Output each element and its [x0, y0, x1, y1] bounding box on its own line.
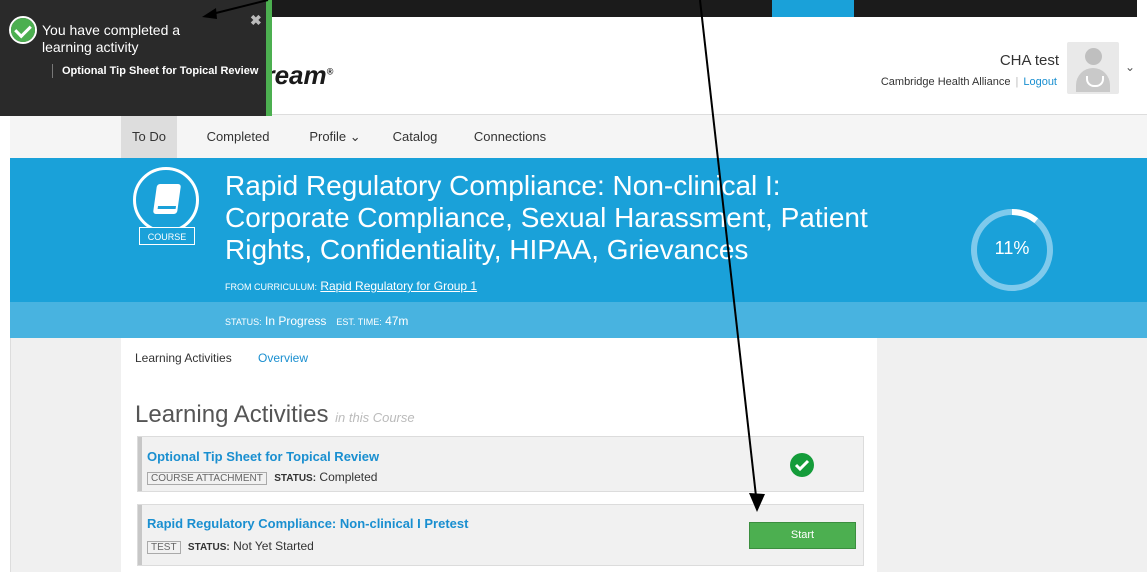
status-label: STATUS:	[225, 317, 262, 327]
activity-row: Optional Tip Sheet for Topical Review CO…	[137, 436, 864, 492]
tab-overview[interactable]: Overview	[258, 351, 308, 365]
activity-title-link[interactable]: Optional Tip Sheet for Topical Review	[147, 449, 379, 464]
section-title-text: Learning Activities	[135, 401, 329, 428]
success-check-icon	[11, 18, 35, 42]
organization-name: Cambridge Health Alliance	[880, 76, 1011, 88]
toast-activity-link[interactable]: Optional Tip Sheet for Topical Review	[52, 64, 272, 78]
activity-status: Completed	[319, 470, 378, 484]
nav-todo[interactable]: To Do	[121, 115, 177, 159]
logout-link[interactable]: Logout	[1023, 76, 1057, 88]
course-badge: COURSE	[139, 227, 195, 245]
avatar[interactable]	[1067, 42, 1119, 94]
close-icon[interactable]: ✖	[250, 12, 262, 29]
tab-learning-activities[interactable]: Learning Activities	[135, 351, 232, 365]
curriculum-label: FROM CURRICULUM:	[225, 282, 317, 292]
nav-catalog[interactable]: Catalog	[385, 115, 445, 159]
course-title: Rapid Regulatory Compliance: Non-clinica…	[225, 170, 868, 265]
course-book-icon	[133, 167, 199, 233]
course-status-bar	[10, 302, 1147, 338]
completed-check-icon	[790, 453, 814, 477]
section-subtitle: in this Course	[335, 410, 415, 425]
user-name: CHA test	[999, 52, 1059, 69]
activity-status-label: STATUS:	[274, 473, 317, 484]
status-value: In Progress	[265, 314, 327, 328]
activity-status: Not Yet Started	[233, 539, 314, 553]
chevron-down-icon[interactable]: ⌄	[1125, 60, 1135, 74]
toast-title: You have completed a learning activity	[42, 22, 181, 55]
activity-title-link[interactable]: Rapid Regulatory Compliance: Non-clinica…	[147, 516, 468, 531]
activity-meta: TEST STATUS: Not Yet Started	[147, 539, 314, 554]
activity-meta: COURSE ATTACHMENT STATUS: Completed	[147, 470, 377, 485]
curriculum-line: FROM CURRICULUM: Rapid Regulatory for Gr…	[225, 279, 477, 293]
user-org-line: Cambridge Health Alliance | Logout	[880, 76, 1057, 88]
progress-percent: 11%	[994, 238, 1030, 258]
activity-status-label: STATUS:	[187, 542, 230, 553]
course-status: STATUS: In Progress EST. TIME: 47m	[225, 314, 408, 328]
curriculum-link[interactable]: Rapid Regulatory for Group 1	[320, 279, 477, 293]
main-nav: To Do Completed Profile ⌄ Catalog Connec…	[10, 114, 1147, 160]
activity-row: Rapid Regulatory Compliance: Non-clinica…	[137, 504, 864, 566]
completion-toast: You have completed a learning activity O…	[0, 0, 272, 116]
start-button[interactable]: Start	[749, 522, 856, 549]
top-utility-button[interactable]	[772, 0, 854, 17]
activity-type-tag: COURSE ATTACHMENT	[147, 472, 267, 485]
est-time-label: EST. TIME:	[336, 317, 382, 327]
nav-connections[interactable]: Connections	[465, 115, 555, 159]
activity-type-tag: TEST	[147, 541, 181, 554]
nav-profile[interactable]: Profile ⌄	[300, 115, 370, 159]
nav-completed[interactable]: Completed	[198, 115, 278, 159]
est-time-value: 47m	[385, 314, 409, 328]
section-title: Learning Activities in this Course	[135, 401, 415, 429]
